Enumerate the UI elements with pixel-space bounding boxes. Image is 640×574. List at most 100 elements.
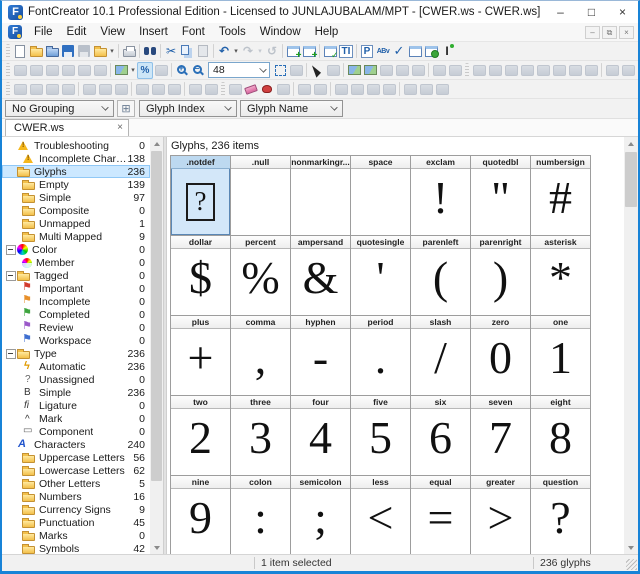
glyph-cell-nine[interactable]: nine 9 xyxy=(171,476,231,556)
next-sample-button[interactable] xyxy=(447,62,463,79)
caption-mode-select[interactable]: Glyph Name xyxy=(240,100,343,117)
close-tab-icon[interactable]: × xyxy=(117,123,123,133)
tree-item-punctuation[interactable]: Punctuation 45 xyxy=(2,516,150,529)
save-all-button[interactable] xyxy=(76,43,92,60)
menu-item-tools[interactable]: Tools xyxy=(212,23,253,42)
tree-item-component[interactable]: Component 0 xyxy=(2,425,150,438)
tree-item-unmapped[interactable]: Unmapped 1 xyxy=(2,217,150,230)
zoom-rectangle-button[interactable] xyxy=(288,62,304,79)
glyph-cell-dollar[interactable]: dollar $ xyxy=(171,236,231,316)
transform-tool-button[interactable] xyxy=(60,62,76,79)
glyph-cell-comma[interactable]: comma , xyxy=(231,316,291,396)
glyph-cell-exclam[interactable]: exclam ! xyxy=(411,156,471,236)
tree-item-type[interactable]: Type 236 xyxy=(2,347,150,360)
pointer-tool-button[interactable] xyxy=(309,62,325,79)
glyph-cell-greater[interactable]: greater > xyxy=(471,476,531,556)
glyph-cell-percent[interactable]: percent % xyxy=(231,236,291,316)
export-font-button[interactable] xyxy=(92,43,108,60)
zoom-to-glyph-button[interactable] xyxy=(272,62,288,79)
exclusion-button[interactable] xyxy=(434,81,450,98)
align-left-button[interactable] xyxy=(81,81,97,98)
paste-button[interactable] xyxy=(195,43,211,60)
tree-item-uppercase-letters[interactable]: Uppercase Letters 56 xyxy=(2,451,150,464)
tree-item-mark[interactable]: Mark 0 xyxy=(2,412,150,425)
open-font-button[interactable] xyxy=(28,43,44,60)
tree-item-multi-mapped[interactable]: Multi Mapped 9 xyxy=(2,230,150,243)
tree-item-troubleshooting[interactable]: Troubleshooting 0 xyxy=(2,139,150,152)
tree-item-unassigned[interactable]: Unassigned 0 xyxy=(2,373,150,386)
align-middle-button[interactable] xyxy=(150,81,166,98)
glyph-cell-parenright[interactable]: parenright ) xyxy=(471,236,531,316)
glyph-cell-plus[interactable]: plus + xyxy=(171,316,231,396)
tree-item-marks[interactable]: Marks 0 xyxy=(2,529,150,542)
knife-button[interactable] xyxy=(275,81,291,98)
show-bearings-button[interactable] xyxy=(551,62,567,79)
metrics-tool-button[interactable] xyxy=(583,62,599,79)
find-glyphs-button[interactable] xyxy=(142,43,158,60)
mdi-restore-button[interactable]: ⧉ xyxy=(602,26,617,39)
tree-item-simple[interactable]: Simple 97 xyxy=(2,191,150,204)
selection-marquee-button[interactable] xyxy=(503,62,519,79)
font-comparison-button[interactable] xyxy=(407,43,423,60)
tree-item-member[interactable]: Member 0 xyxy=(2,256,150,269)
tree-item-characters[interactable]: Characters 240 xyxy=(2,438,150,451)
expander-icon[interactable] xyxy=(5,270,16,281)
tree-item-ligature[interactable]: Ligature 0 xyxy=(2,399,150,412)
zoom-level-select[interactable]: 48 xyxy=(208,62,270,78)
glyph-cell-space[interactable]: space xyxy=(351,156,411,236)
new-font-button[interactable] xyxy=(12,43,28,60)
previous-sample-button[interactable] xyxy=(431,62,447,79)
rotate-left-90-button[interactable] xyxy=(365,81,381,98)
glyph-cell-four[interactable]: four 4 xyxy=(291,396,351,476)
glyph-cell-less[interactable]: less < xyxy=(351,476,411,556)
glyph-cell-ampersand[interactable]: ampersand & xyxy=(291,236,351,316)
glyph-transformer-button[interactable]: TI xyxy=(338,43,354,60)
zoom-in-button[interactable] xyxy=(174,62,190,79)
contour-select-tool-button[interactable] xyxy=(325,62,341,79)
menu-item-insert[interactable]: Insert xyxy=(132,23,175,42)
background-image-button[interactable] xyxy=(113,62,129,79)
contour-mode-button[interactable] xyxy=(604,62,620,79)
tree-item-glyphs[interactable]: Glyphs 236 xyxy=(2,165,150,178)
rotate-right-90-button[interactable] xyxy=(381,81,397,98)
insert-text-button[interactable]: I xyxy=(439,43,455,60)
expander-icon[interactable] xyxy=(5,244,16,255)
font-naming-button[interactable]: ABv xyxy=(375,43,391,60)
menu-item-view[interactable]: View xyxy=(93,23,132,42)
align-center-button[interactable] xyxy=(97,81,113,98)
align-bottom-button[interactable] xyxy=(166,81,182,98)
redo-options-button[interactable]: ▾ xyxy=(256,43,264,60)
grid-scrollbar[interactable] xyxy=(624,137,638,554)
draw-contour-button[interactable] xyxy=(76,62,92,79)
send-backward-button[interactable] xyxy=(44,81,60,98)
mdi-minimize-button[interactable]: – xyxy=(585,26,600,39)
align-right-button[interactable] xyxy=(113,81,129,98)
glyph-cell-notdef[interactable]: .notdef ? xyxy=(171,156,231,236)
expander-icon[interactable] xyxy=(5,348,16,359)
select-lasso-button[interactable] xyxy=(28,62,44,79)
align-top-button[interactable] xyxy=(134,81,150,98)
glyph-cell-semicolon[interactable]: semicolon ; xyxy=(291,476,351,556)
zoom-out-button[interactable] xyxy=(190,62,206,79)
bring-forward-button[interactable] xyxy=(28,81,44,98)
tree-item-empty[interactable]: Empty 139 xyxy=(2,178,150,191)
undo-button[interactable]: ↶ xyxy=(216,43,232,60)
redo-button[interactable]: ↷ xyxy=(240,43,256,60)
tree-item-composite[interactable]: Composite 0 xyxy=(2,204,150,217)
flip-horizontal-button[interactable] xyxy=(333,81,349,98)
coordinates-mode-button[interactable] xyxy=(620,62,636,79)
points-marquee-button[interactable] xyxy=(519,62,535,79)
revert-button[interactable]: ↺ xyxy=(264,43,280,60)
flip-vertical-button[interactable] xyxy=(349,81,365,98)
open-installed-font-button[interactable] xyxy=(44,43,60,60)
eraser-button[interactable] xyxy=(243,81,259,98)
font-validation-button[interactable]: ✓ xyxy=(391,43,407,60)
draw-line-button[interactable] xyxy=(378,62,394,79)
save-font-button[interactable] xyxy=(60,43,76,60)
background-options-button[interactable]: ▾ xyxy=(129,62,137,79)
glyph-cell-three[interactable]: three 3 xyxy=(231,396,291,476)
glyph-cell-quotedbl[interactable]: quotedbl " xyxy=(471,156,531,236)
glyph-cell-seven[interactable]: seven 7 xyxy=(471,396,531,476)
draw-rectangle-button[interactable] xyxy=(394,62,410,79)
cut-button[interactable]: ✂ xyxy=(163,43,179,60)
